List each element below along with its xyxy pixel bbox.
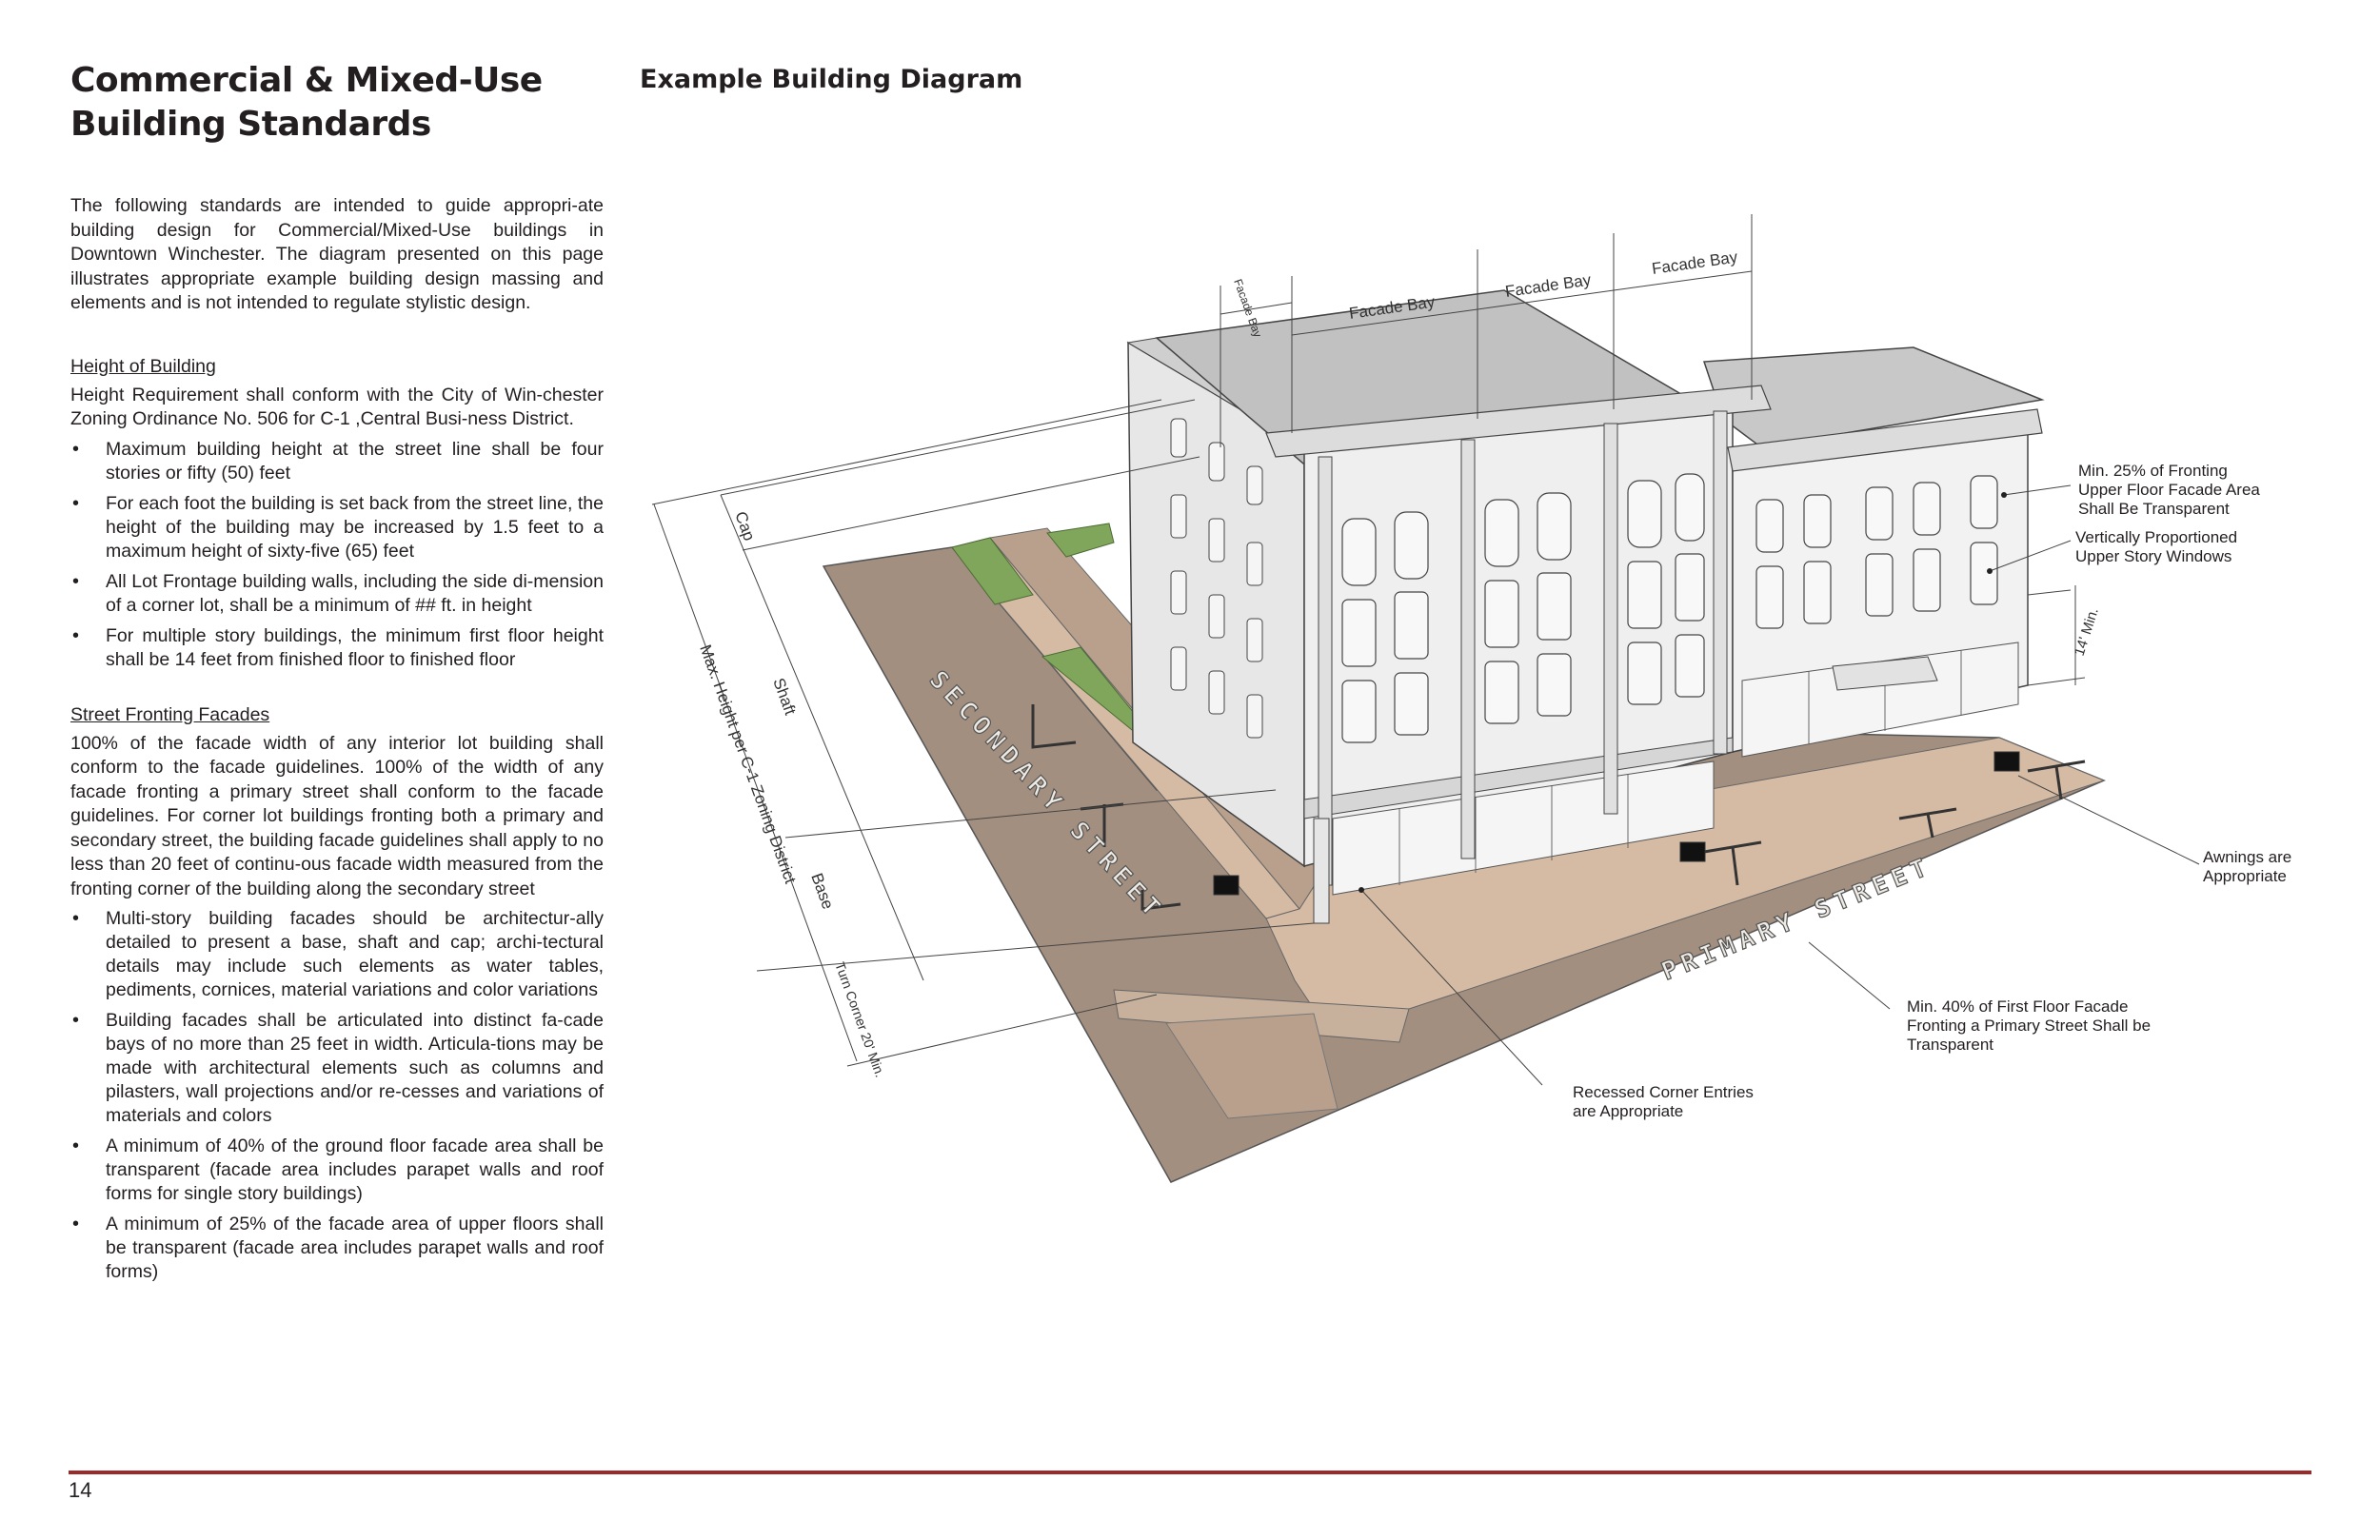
shaft-label: Shaft	[769, 676, 800, 718]
callout-awnings: Appropriate	[2203, 867, 2287, 885]
callout-corner-entries: Recessed Corner Entries	[1573, 1083, 1754, 1101]
callout-upper-transparent: Upper Floor Facade Area	[2078, 481, 2260, 499]
footer-rule	[69, 1471, 2311, 1474]
turn-corner-label: Turn Corner 20' Min.	[832, 960, 888, 1079]
callout-windows: Vertically Proportioned	[2075, 528, 2237, 546]
facade-bay-label: Facade Bay	[1504, 270, 1593, 301]
callout-awnings: Awnings are	[2203, 848, 2291, 866]
facade-bay-label: Facade Bay	[1651, 247, 1739, 278]
cap-label: Cap	[731, 509, 759, 543]
page-number: 14	[69, 1478, 92, 1502]
pilaster	[1460, 439, 1476, 859]
pilaster	[1603, 423, 1618, 815]
pilaster	[1713, 410, 1728, 755]
callout-upper-transparent: Min. 25% of Fronting	[2078, 462, 2228, 480]
callout-upper-transparent: Shall Be Transparent	[2078, 500, 2230, 518]
callout-windows: Upper Story Windows	[2075, 547, 2231, 565]
corner-column	[1313, 818, 1330, 924]
callout-first-floor: Fronting a Primary Street Shall be	[1907, 1017, 2151, 1035]
callout-first-floor: Min. 40% of First Floor Facade	[1907, 997, 2128, 1016]
base-label: Base	[807, 871, 837, 912]
callout-first-floor: Transparent	[1907, 1036, 1993, 1054]
callout-corner-entries: are Appropriate	[1573, 1102, 1683, 1120]
building-diagram: SECONDARY STREET PRIMARY STREET Facade B…	[651, 214, 2291, 1183]
